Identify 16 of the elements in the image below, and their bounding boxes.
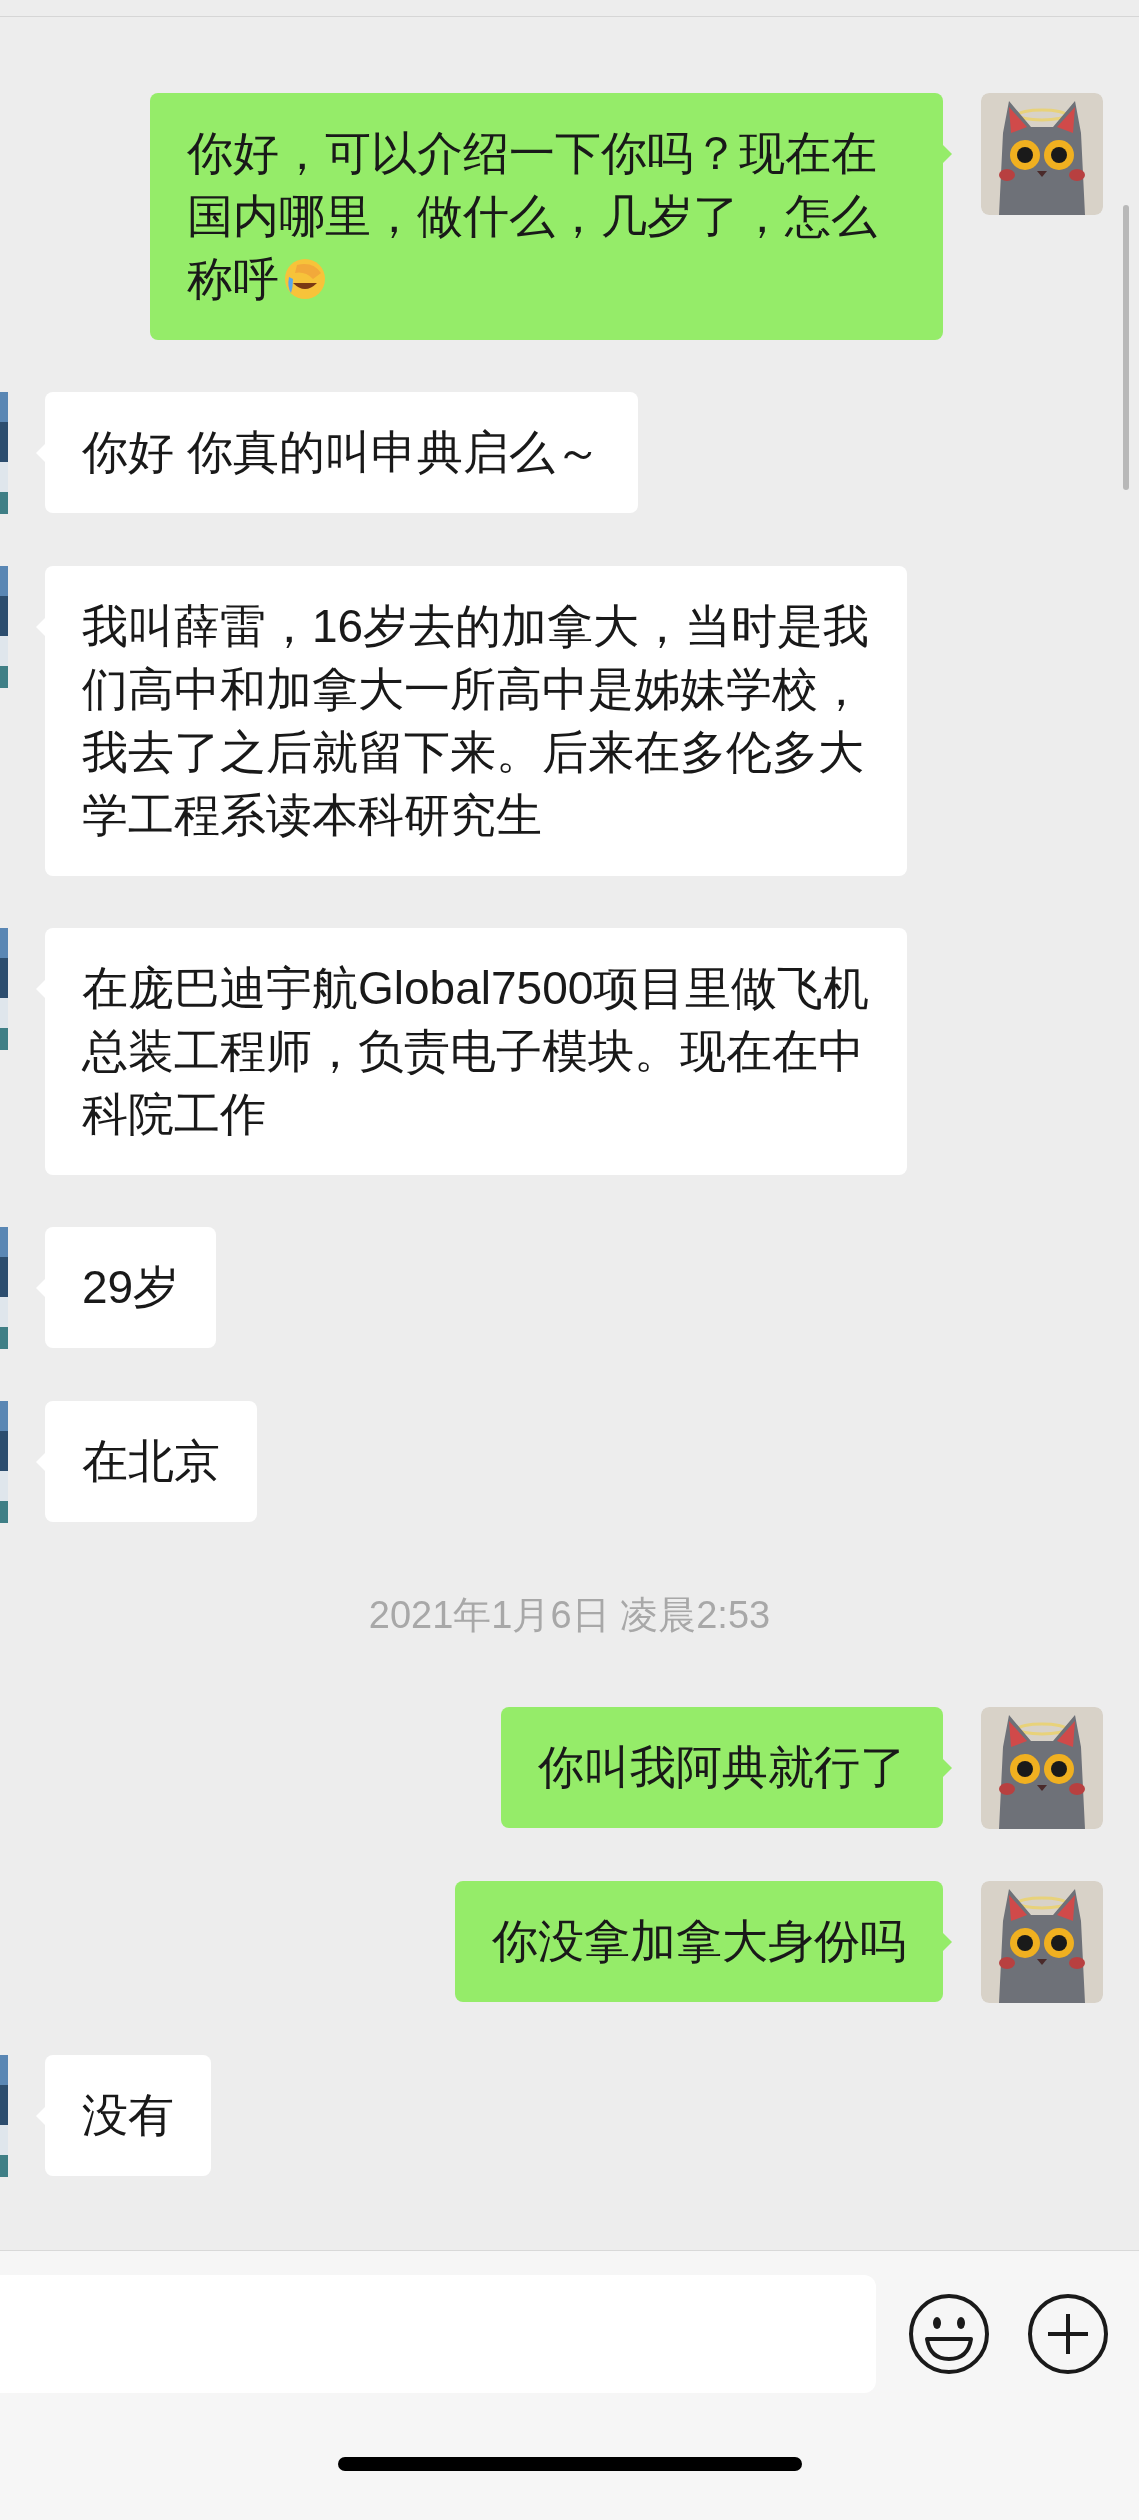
message-bubble[interactable]: 你好，可以介绍一下你吗？现在在国内哪里，做什么，几岁了，怎么称呼: [150, 93, 943, 340]
message-bubble[interactable]: 没有: [45, 2055, 211, 2176]
message-bubble[interactable]: 在庞巴迪宇航Global7500项目里做飞机总装工程师，负责电子模块。现在在中科院工作: [45, 928, 907, 1175]
message-bubble[interactable]: 你好 你真的叫申典启么～: [45, 392, 638, 513]
message-bubble[interactable]: 你叫我阿典就行了: [501, 1707, 943, 1828]
message-bubble[interactable]: 在北京: [45, 1401, 257, 1522]
message-bubble[interactable]: 29岁: [45, 1227, 217, 1348]
cat-avatar[interactable]: [981, 1707, 1103, 1829]
plus-icon[interactable]: [1027, 2293, 1109, 2375]
cat-avatar[interactable]: [981, 93, 1103, 215]
cat-avatar[interactable]: [981, 1881, 1103, 2003]
timestamp: 2021年1月6日 凌晨2:53: [368, 1592, 771, 1638]
message-bubble[interactable]: 我叫薛雷，16岁去的加拿大，当时是我们高中和加拿大一所高中是姊妹学校，我去了之后就留下来。后来在多伦多大学工程系读本科研究生: [45, 566, 907, 876]
emoji-icon[interactable]: [908, 2293, 990, 2375]
scrollbar[interactable]: [1123, 205, 1129, 490]
message-bubble[interactable]: 你没拿加拿大身份吗: [455, 1881, 943, 2002]
